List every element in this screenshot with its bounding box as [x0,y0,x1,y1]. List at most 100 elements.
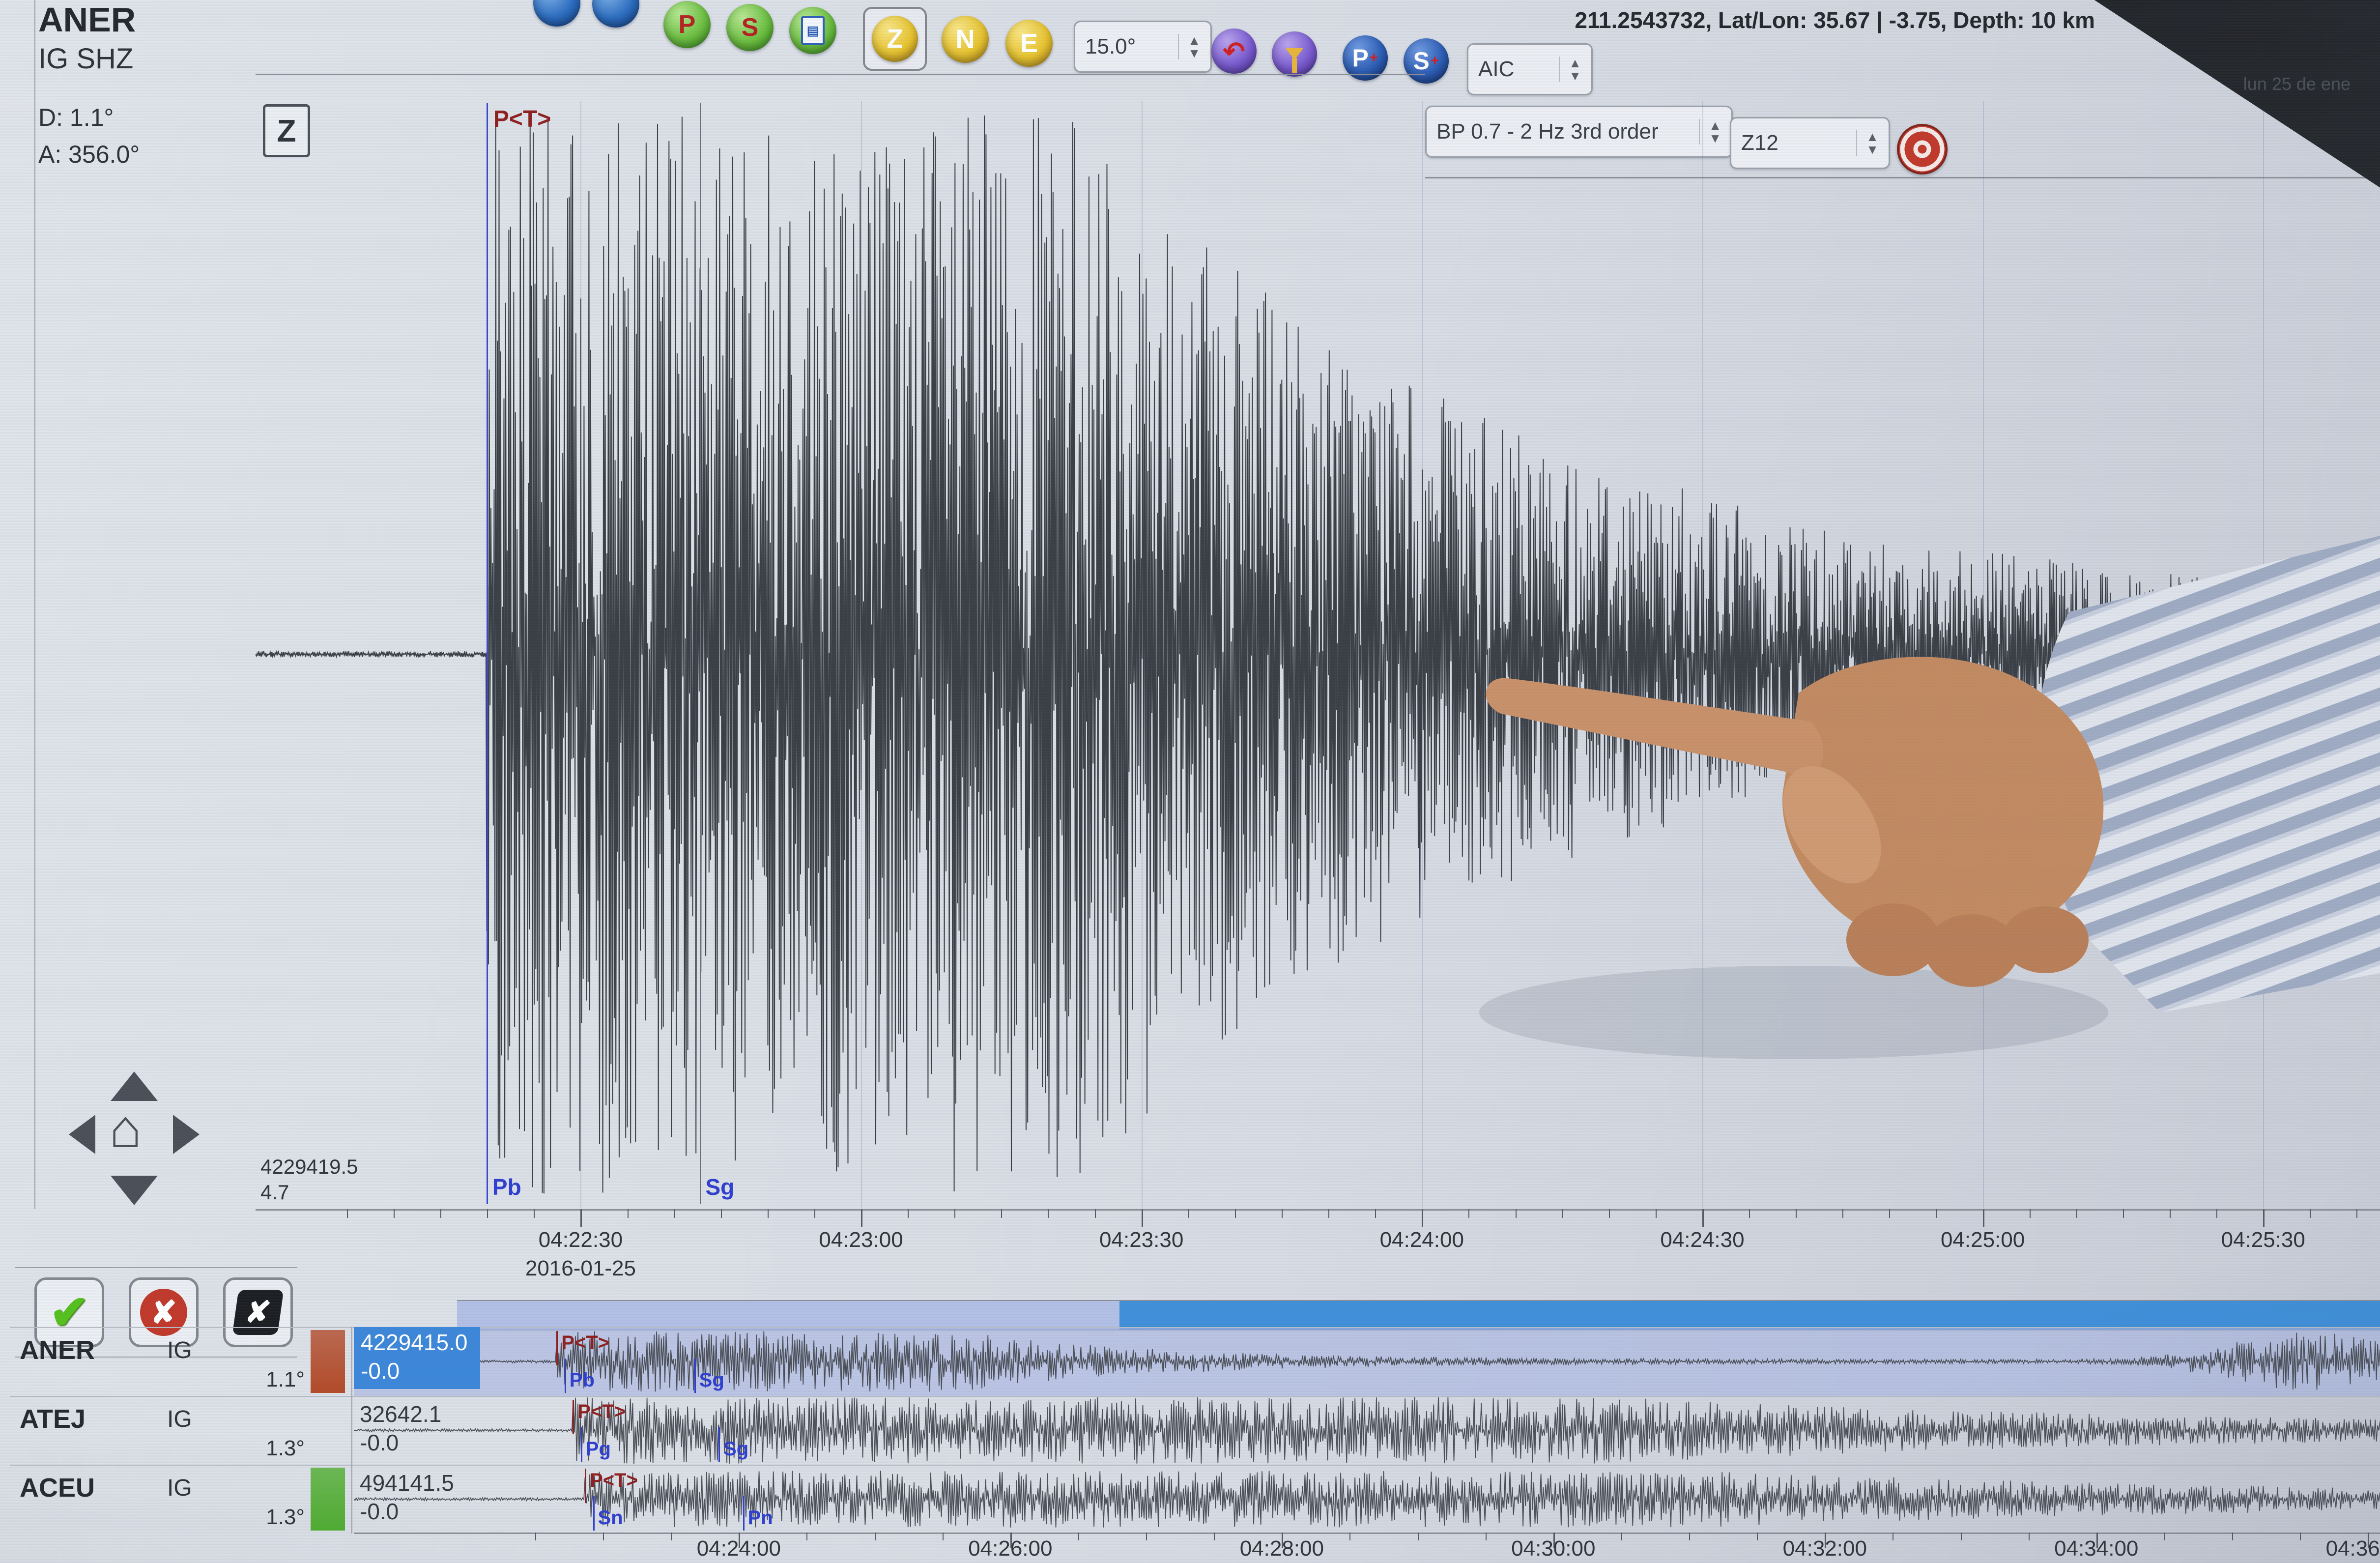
scroll-up-button[interactable] [111,1071,158,1101]
component-e-button[interactable]: E [1005,20,1053,67]
axis-minor-tick [2356,1209,2357,1218]
row-phase-marker-line[interactable] [573,1400,574,1434]
overview-scrollbar[interactable] [1119,1300,2380,1331]
scroll-right-button[interactable] [173,1115,200,1154]
axis-tick-label: 04:22:30 [539,1228,623,1252]
component-n-button[interactable]: N [942,16,989,63]
scroll-down-button[interactable] [111,1176,158,1205]
axis-tick-label: 04:36:00 [2326,1536,2380,1561]
row-pick-line[interactable] [718,1427,720,1462]
axis-minor-tick [2170,1209,2171,1218]
station-code: ATEJ [20,1404,86,1434]
axis-minor-tick [814,1209,815,1218]
axis-minor-tick [2123,1209,2124,1218]
axis-minor-tick [806,1533,807,1540]
row-pick-line[interactable] [593,1496,595,1531]
add-s-pick-button[interactable]: S+ [1404,38,1449,84]
axis-minor-tick [1889,1209,1890,1218]
axis-minor-tick [1188,1209,1189,1218]
axis-tick [1142,1209,1143,1227]
p-pick-line[interactable] [487,103,488,1204]
phase-p-button[interactable]: P [663,1,711,48]
row-phase-marker-line[interactable] [585,1469,586,1503]
row-phase-marker-line[interactable] [556,1331,558,1365]
axis-minor-tick [721,1209,722,1218]
axis-tick [2263,1209,2265,1227]
axis-minor-tick [2030,1209,2031,1218]
station-color-bar [311,1399,345,1462]
station-color-bar [311,1468,345,1531]
axis-minor-tick [603,1533,604,1540]
snapshot-button[interactable]: ▤ [789,7,836,54]
sidebar-distance: D: 1.1° [38,103,114,132]
phase-marker-label: P<T> [493,106,551,133]
axis-minor-tick [2076,1209,2077,1218]
seismic-picker-window: 211.2543732, Lat/Lon: 35.67 | -3.75, Dep… [0,0,2380,1563]
component-z-button[interactable]: Z [872,16,918,62]
picker-algorithm-select[interactable]: AIC ▲▼ [1467,43,1593,95]
station-code: ANER [20,1335,95,1365]
axis-minor-tick [1418,1533,1419,1540]
axis-minor-tick [1001,1209,1002,1218]
row-pick-label: Pn [748,1507,773,1529]
undo-pick-button[interactable]: ↶ [1211,29,1257,74]
axis-minor-tick [628,1209,629,1218]
station-list-divider [351,1327,352,1534]
station-trace[interactable] [354,1465,2380,1534]
axis-minor-tick [671,1533,672,1540]
axis-tick [1983,1209,1984,1227]
station-amp-cell: 494141.5 -0.0 [360,1469,454,1526]
main-time-axis [256,1209,2380,1211]
station-amp: 494141.5 [360,1469,454,1497]
station-residual: -0.0 [360,1497,454,1526]
axis-minor-tick [440,1209,441,1218]
row-pick-line[interactable] [694,1359,696,1393]
sidebar-border [34,0,35,1209]
station-network: IG [167,1406,192,1433]
row-pick-line[interactable] [565,1359,566,1393]
axis-minor-tick [487,1209,488,1218]
axis-minor-tick [1078,1533,1079,1540]
row-pick-line[interactable] [743,1496,745,1531]
axis-minor-tick [1621,1533,1622,1540]
axis-minor-tick [1375,1209,1376,1218]
axis-minor-tick [943,1533,944,1540]
rotation-angle-value: 15.0° [1085,34,1136,59]
axis-tick-label: 04:24:30 [1660,1228,1744,1252]
axis-minor-tick [875,1533,876,1540]
phase-s-button[interactable]: S [726,4,774,51]
station-distance: 1.3° [221,1436,305,1461]
spin-up-icon[interactable]: ▲ [1188,34,1201,47]
axis-tick-label: 04:28:00 [1240,1536,1324,1561]
spinner-arrows[interactable]: ▲ ▼ [1178,34,1201,59]
axis-minor-tick [908,1209,909,1218]
station-row-aner[interactable]: ANER IG 1.1° 4229415.0 -0.0 P<T>PbSg [10,1327,2380,1396]
toolbar-divider [256,74,1425,75]
axis-minor-tick [1749,1209,1750,1218]
sidebar-station-code: ANER [38,0,136,39]
axis-tick-label: 04:30:00 [1511,1536,1595,1561]
station-trace[interactable] [354,1396,2380,1465]
toolbar-sphere-button-1[interactable] [533,0,580,27]
station-trace[interactable] [354,1327,2380,1396]
spin-down-icon[interactable]: ▼ [1188,47,1201,59]
station-row-atej[interactable]: ATEJ IG 1.3° 32642.1 -0.0 P<T>PgSg [10,1396,2380,1465]
station-row-aceu[interactable]: ACEU IG 1.3° 494141.5 -0.0 P<T>PnSn [10,1465,2380,1534]
picker-algorithm-value: AIC [1478,57,1514,82]
axis-minor-tick [1961,1533,1962,1540]
filter-tool-button[interactable] [1272,31,1317,77]
scroll-left-button[interactable] [69,1115,95,1154]
row-phase-marker-label: P<T> [561,1332,609,1354]
axis-minor-tick [1095,1209,1096,1218]
s-pick-line[interactable] [700,103,701,1204]
row-pick-line[interactable] [581,1427,582,1462]
main-waveform-trace[interactable] [256,101,2380,1208]
component-z-selected-frame: Z [863,7,927,71]
home-icon[interactable]: ⌂ [109,1102,142,1156]
axis-tick [580,1209,582,1227]
toolbar-sphere-button-2[interactable] [592,0,639,28]
axis-minor-tick [1235,1209,1236,1218]
rotation-angle-spinner[interactable]: 15.0° ▲ ▼ [1074,21,1212,73]
axis-minor-tick [2300,1533,2301,1540]
overview-view-region[interactable] [457,1300,1119,1331]
